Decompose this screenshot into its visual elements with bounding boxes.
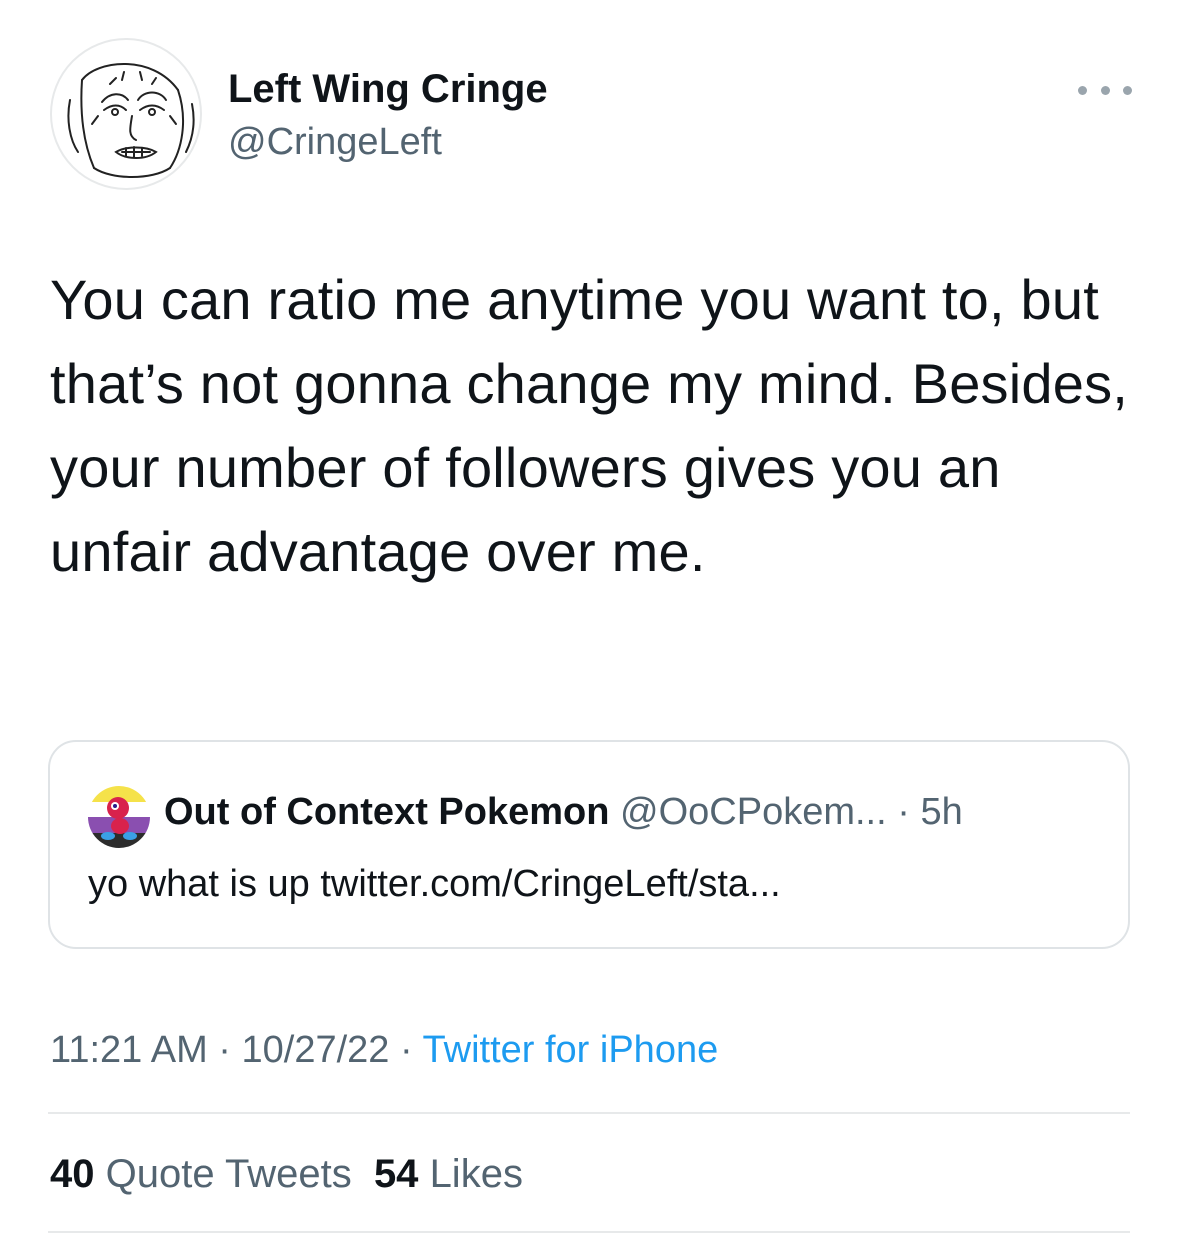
tweet-source-link[interactable]: Twitter for iPhone [423, 1029, 719, 1071]
tweet-stats: 40 Quote Tweets 54 Likes [50, 1150, 523, 1198]
likes-label: Likes [429, 1152, 523, 1196]
quote-tweets-stat[interactable]: 40 Quote Tweets [50, 1152, 352, 1196]
quote-header: Out of Context Pokemon @OoCPokem... · 5h [164, 788, 963, 836]
more-horizontal-icon [1078, 85, 1087, 95]
quote-tweets-label: Quote Tweets [105, 1152, 352, 1196]
tweet-text: You can ratio me anytime you want to, bu… [50, 268, 1129, 583]
quote-author-name[interactable]: Out of Context Pokemon [164, 791, 609, 833]
tweet-time[interactable]: 11:21 AM [50, 1029, 208, 1071]
author-handle[interactable]: @CringeLeft [228, 120, 442, 164]
quoted-tweet-card[interactable]: Out of Context Pokemon @OoCPokem... · 5h… [48, 740, 1130, 949]
author-avatar[interactable] [50, 38, 202, 190]
quote-author-handle[interactable]: @OoCPokem... [620, 791, 887, 833]
more-options-button[interactable] [1078, 78, 1132, 102]
quote-timestamp[interactable]: 5h [920, 791, 962, 833]
meta-separator: · [400, 1029, 413, 1071]
more-horizontal-icon [1100, 85, 1110, 95]
tweet-metadata: 11:21 AM · 10/27/22 · Twitter for iPhone [50, 1026, 718, 1074]
quote-separator: · [897, 791, 910, 833]
meta-separator: · [218, 1029, 231, 1071]
tweet-date[interactable]: 10/27/22 [242, 1029, 390, 1071]
likes-stat[interactable]: 54 Likes [374, 1152, 523, 1196]
quote-tweets-count: 40 [50, 1152, 95, 1196]
wojak-sketch-icon [67, 63, 195, 178]
divider [48, 1112, 1130, 1114]
likes-count: 54 [373, 1152, 419, 1196]
quote-author-avatar[interactable] [88, 786, 150, 848]
pokemon-avatar-icon [88, 786, 150, 848]
quote-text: yo what is up twitter.com/CringeLeft/sta… [88, 863, 781, 905]
divider [48, 1231, 1130, 1233]
author-display-name[interactable]: Left Wing Cringe [228, 66, 548, 112]
more-horizontal-icon [1123, 85, 1132, 95]
